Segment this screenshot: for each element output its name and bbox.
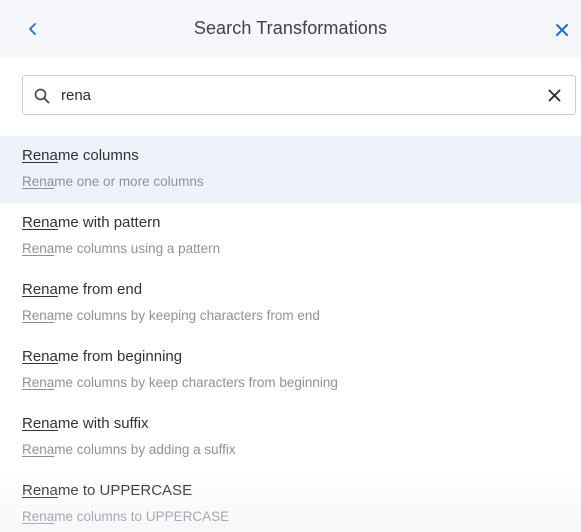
result-item-rename-from-beginning[interactable]: Rename from beginning Rename columns by …	[0, 337, 581, 404]
result-description: Rename columns by keeping characters fro…	[22, 307, 581, 324]
result-item-rename-columns[interactable]: Rename columns Rename one or more column…	[0, 136, 581, 203]
result-title: Rename to UPPERCASE	[22, 482, 581, 500]
result-title: Rename with pattern	[22, 214, 581, 232]
desc-rest: me columns by keeping characters from en…	[54, 308, 320, 323]
close-icon	[556, 24, 568, 36]
panel-header: Search Transformations	[0, 0, 581, 58]
desc-rest: me one or more columns	[54, 174, 204, 189]
match-highlight: Rena	[22, 482, 58, 499]
match-highlight: Rena	[22, 214, 58, 231]
title-rest: me from beginning	[57, 348, 183, 365]
result-item-rename-with-suffix[interactable]: Rename with suffix Rename columns by add…	[0, 404, 581, 471]
result-description: Rename one or more columns	[22, 173, 581, 190]
title-rest: me from end	[57, 281, 143, 298]
search-input[interactable]	[61, 76, 541, 114]
page-title: Search Transformations	[193, 18, 388, 38]
result-title: Rename from beginning	[22, 348, 581, 366]
result-item-rename-from-end[interactable]: Rename from end Rename columns by keepin…	[0, 270, 581, 337]
match-highlight: Rena	[22, 308, 55, 323]
match-highlight: Rena	[22, 415, 58, 432]
match-highlight: Rena	[22, 509, 55, 524]
result-description: Rename columns by adding a suffix	[22, 441, 581, 458]
result-description: Rename columns using a pattern	[22, 240, 581, 257]
desc-rest: me columns using a pattern	[54, 241, 221, 256]
result-title: Rename with suffix	[22, 415, 581, 433]
title-rest: me to UPPERCASE	[57, 482, 193, 499]
clear-icon	[548, 89, 560, 101]
search-icon	[34, 88, 50, 104]
title-rest: me with pattern	[57, 214, 161, 231]
result-description: Rename columns by keep characters from b…	[22, 374, 581, 391]
result-item-rename-with-pattern[interactable]: Rename with pattern Rename columns using…	[0, 203, 581, 270]
result-description: Rename columns to UPPERCASE	[22, 508, 581, 525]
match-highlight: Rena	[22, 147, 58, 164]
match-highlight: Rena	[22, 174, 55, 189]
result-item-rename-to-uppercase[interactable]: Rename to UPPERCASE Rename columns to UP…	[0, 471, 581, 532]
match-highlight: Rena	[22, 442, 55, 457]
clear-search-button[interactable]	[545, 86, 563, 104]
close-button[interactable]	[549, 17, 575, 43]
desc-rest: me columns by keep characters from begin…	[54, 375, 338, 390]
desc-rest: me columns to UPPERCASE	[54, 509, 230, 524]
title-rest: me columns	[57, 147, 139, 164]
match-highlight: Rena	[22, 375, 55, 390]
search-transformations-panel: Search Transformations Rename columns Re…	[0, 0, 581, 532]
results-list: Rename columns Rename one or more column…	[0, 136, 581, 532]
match-highlight: Rena	[22, 281, 58, 298]
result-title: Rename columns	[22, 147, 581, 165]
title-rest: me with suffix	[57, 415, 149, 432]
match-highlight: Rena	[22, 241, 55, 256]
result-title: Rename from end	[22, 281, 581, 299]
search-box[interactable]	[22, 75, 576, 115]
match-highlight: Rena	[22, 348, 58, 365]
desc-rest: me columns by adding a suffix	[54, 442, 236, 457]
